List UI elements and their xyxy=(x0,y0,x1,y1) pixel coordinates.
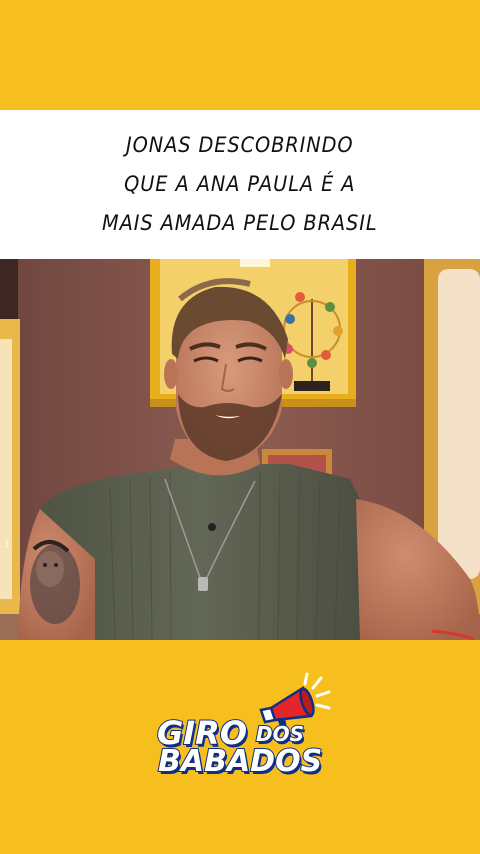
right-ear xyxy=(279,359,293,389)
video-corner-mark: 3 xyxy=(4,540,10,549)
left-lamp-glow xyxy=(0,339,12,599)
caption-box: JONAS DESCOBRINDO QUE A ANA PAULA É A MA… xyxy=(0,110,480,259)
caption-line-1: JONAS DESCOBRINDO xyxy=(126,133,354,157)
top-yellow-band xyxy=(0,0,480,110)
video-scene xyxy=(0,259,480,640)
giro-dos-babados-logo: GIRO DOS BABADOS xyxy=(150,670,340,790)
video-frame[interactable]: 3 xyxy=(0,259,480,640)
caption-line-2: QUE A ANA PAULA É A xyxy=(124,172,356,196)
left-ear xyxy=(164,359,178,389)
caption-text: JONAS DESCOBRINDO QUE A ANA PAULA É A MA… xyxy=(102,126,378,243)
right-lamp xyxy=(438,269,480,579)
shelf-light xyxy=(240,259,270,267)
logo-word-babados: BABADOS xyxy=(157,743,323,780)
logo-word-dos: DOS xyxy=(255,721,305,747)
lapel-mic xyxy=(208,523,216,531)
caption-line-3: MAIS AMADA PELO BRASIL xyxy=(102,211,378,235)
necklace-pendant xyxy=(198,577,208,591)
reel-frame: JONAS DESCOBRINDO QUE A ANA PAULA É A MA… xyxy=(0,0,480,854)
